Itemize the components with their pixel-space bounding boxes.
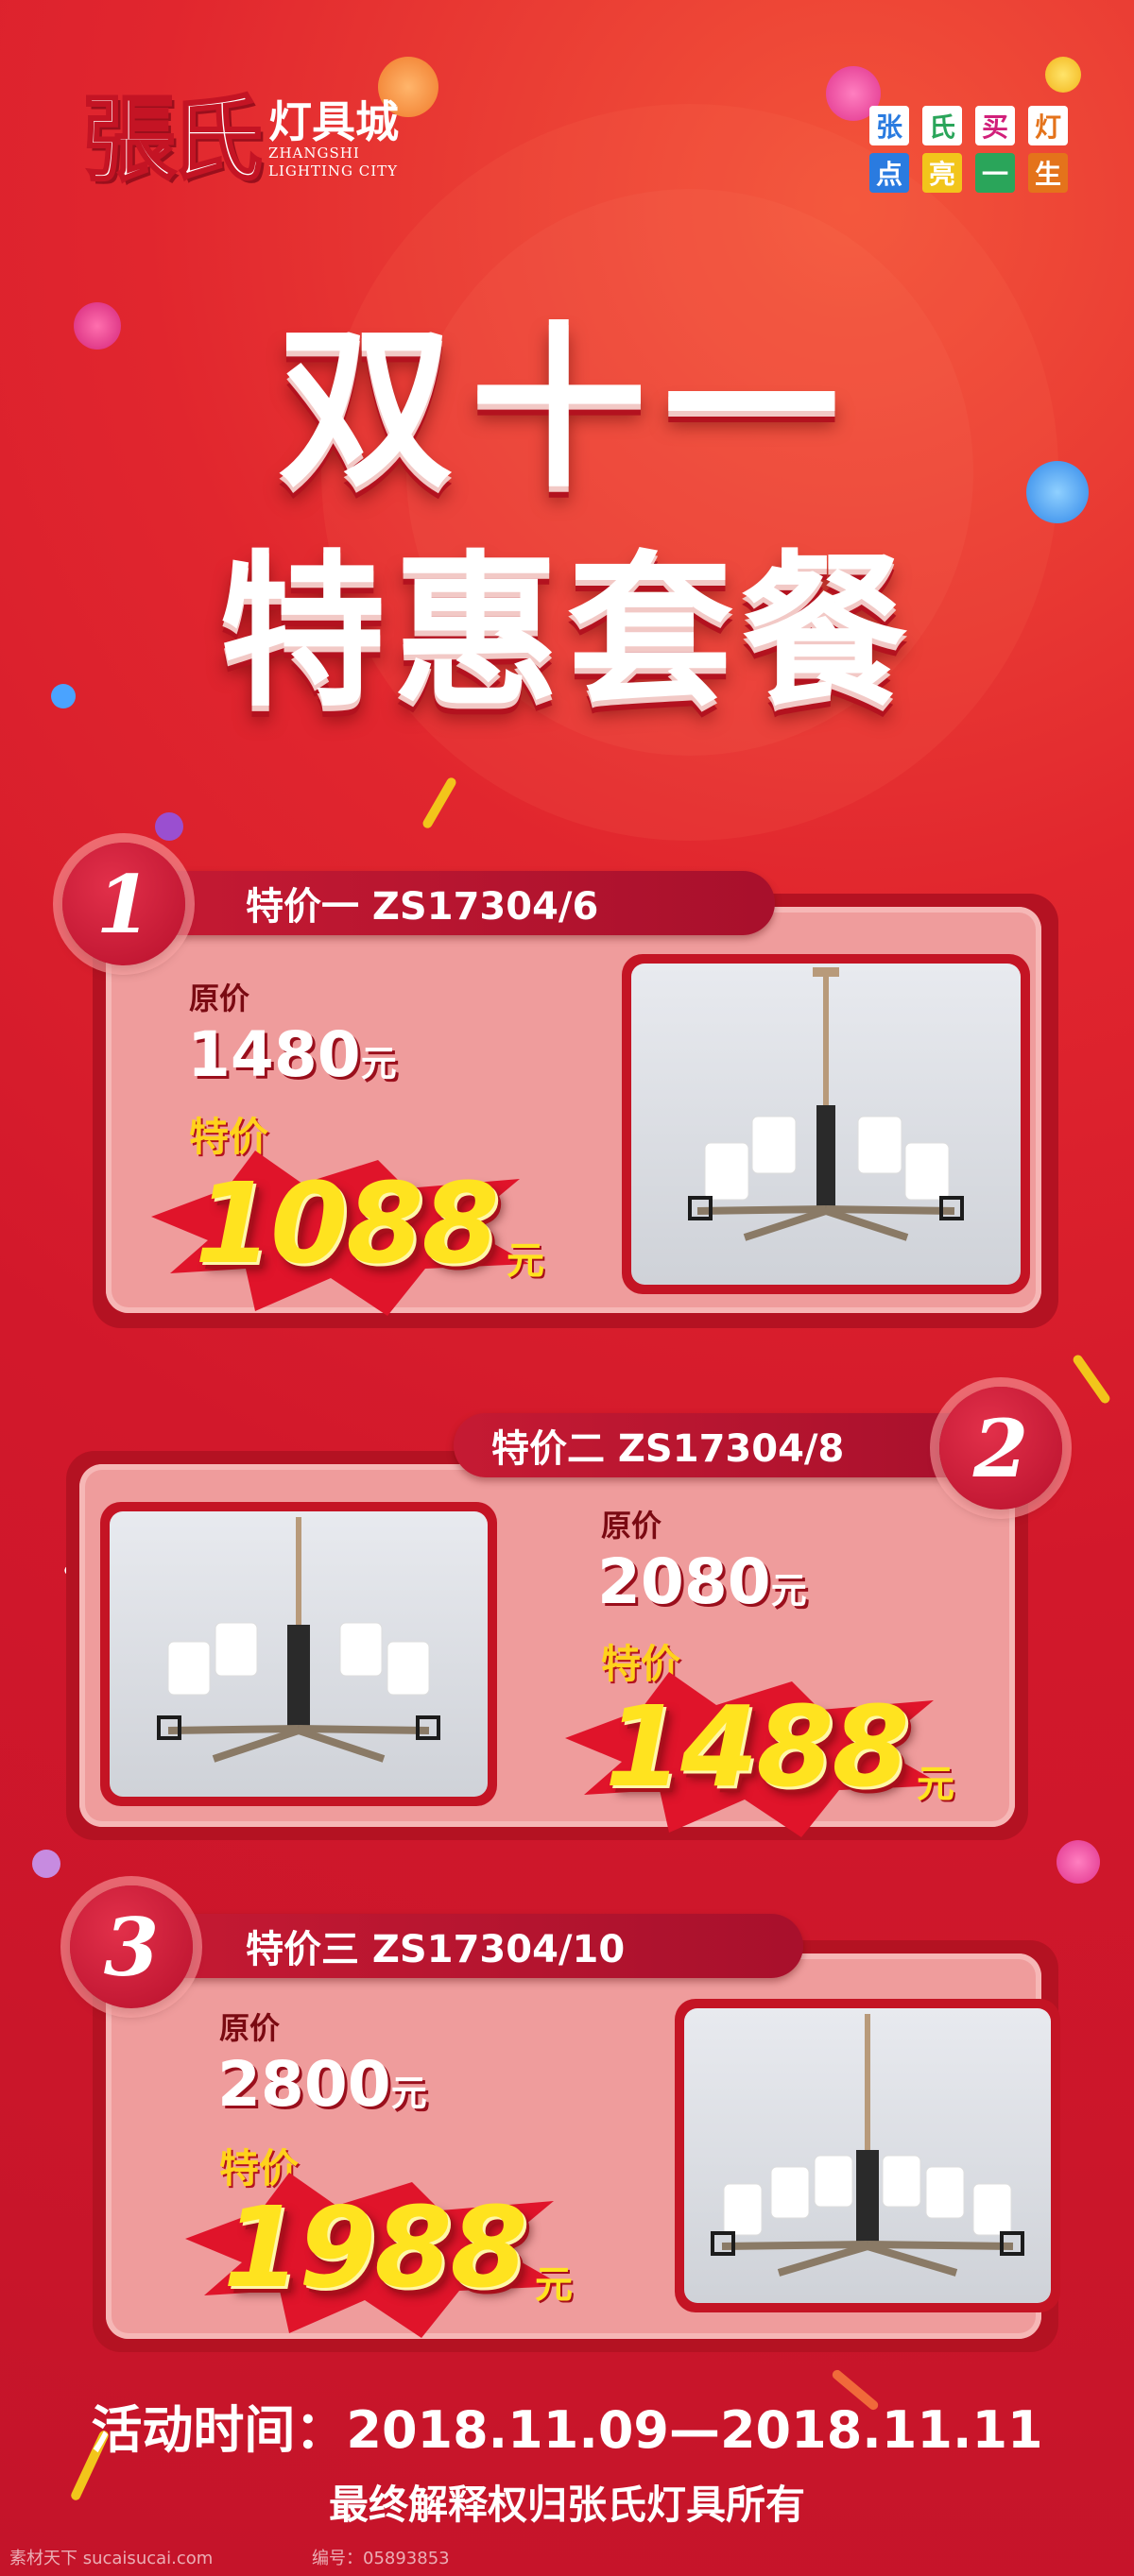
original-price-value: 2800 xyxy=(217,2048,391,2121)
chandelier-icon xyxy=(688,967,964,1241)
original-price-value: 2080 xyxy=(597,1545,771,1618)
original-price: 1480元 xyxy=(187,1018,397,1091)
chandelier-image xyxy=(631,964,1021,1285)
original-price-value: 1480 xyxy=(187,1018,361,1091)
decor-dot-purple xyxy=(155,812,183,841)
logo-english-line2: LIGHTING CITY xyxy=(268,162,399,180)
offer-name-pill: 特价一 ZS17304/6 xyxy=(142,871,775,935)
offer-name-pill: 特价三 ZS17304/10 xyxy=(142,1914,803,1978)
title-line1: 双十一 xyxy=(277,306,856,511)
special-price-unit: 元 xyxy=(535,2263,573,2307)
logo-text: 灯具城 ZHANGSHI LIGHTING CITY xyxy=(268,99,399,180)
special-price: 1988 xyxy=(223,2182,527,2312)
special-price: 1088 xyxy=(195,1158,499,1288)
activity-time: 活动时间：2018.11.09—2018.11.11 xyxy=(91,2400,1043,2460)
offer-number-badge: 2 xyxy=(939,1387,1062,1510)
slogan-char: 亮 xyxy=(922,153,962,193)
slogan-char: 买 xyxy=(975,106,1015,145)
special-price-unit: 元 xyxy=(507,1239,544,1283)
slogan-char: 张 xyxy=(869,106,909,145)
slogan-char: 一 xyxy=(975,153,1015,193)
watermark-id: 编号：05893853 xyxy=(312,2549,450,2568)
offer-name: 特价三 ZS17304/10 xyxy=(246,1928,626,1971)
special-price-unit: 元 xyxy=(917,1763,954,1806)
chandelier-image xyxy=(110,1511,488,1797)
slogan-grid: 张 氏 买 灯 点 亮 一 生 xyxy=(869,106,1070,193)
slogan-char: 生 xyxy=(1028,153,1068,193)
poster: 張氏 灯具城 ZHANGSHI LIGHTING CITY 张 氏 买 灯 点 … xyxy=(0,0,1134,2576)
offer-name: 特价一 ZS17304/6 xyxy=(246,885,599,929)
logo-mark: 張氏 xyxy=(81,85,264,194)
original-price-label: 原价 xyxy=(219,2010,281,2046)
decor-confetti xyxy=(1071,1353,1112,1406)
original-price: 2080元 xyxy=(597,1545,807,1618)
chandelier-image xyxy=(684,2008,1051,2303)
original-price-unit: 元 xyxy=(390,2073,427,2114)
offer-name-pill: 特价二 ZS17304/8 xyxy=(454,1413,983,1477)
title-line2: 特惠套餐 xyxy=(218,536,915,729)
slogan-char: 灯 xyxy=(1028,106,1068,145)
chandelier-icon xyxy=(711,2014,1024,2277)
original-price-label: 原价 xyxy=(189,981,250,1016)
decor-confetti xyxy=(421,776,458,830)
product-photo xyxy=(622,954,1030,1294)
product-photo xyxy=(100,1502,497,1806)
slogan-char: 点 xyxy=(869,153,909,193)
slogan-char: 氏 xyxy=(922,106,962,145)
decor-dot-lavender xyxy=(32,1850,60,1878)
logo-chinese-name: 灯具城 xyxy=(268,96,400,148)
logo-english-line1: ZHANGSHI xyxy=(268,145,360,162)
original-price-unit: 元 xyxy=(770,1570,807,1612)
offer-name: 特价二 ZS17304/8 xyxy=(491,1427,845,1471)
watermark-site: 素材天下 sucaisucai.com xyxy=(9,2549,214,2568)
brand-logo: 張氏 灯具城 ZHANGSHI LIGHTING CITY xyxy=(81,83,399,196)
rights-statement: 最终解释权归张氏灯具所有 xyxy=(328,2482,805,2528)
original-price-unit: 元 xyxy=(360,1043,397,1084)
decor-dot-yellow xyxy=(1045,57,1081,93)
decor-dot-pink-mid xyxy=(1057,1840,1100,1884)
original-price-label: 原价 xyxy=(601,1508,662,1544)
original-price: 2800元 xyxy=(217,2048,427,2121)
special-price: 1488 xyxy=(605,1681,909,1812)
offer-number-badge: 3 xyxy=(70,1885,193,2008)
chandelier-icon xyxy=(157,1517,440,1763)
product-photo xyxy=(675,1999,1060,2312)
offer-number-badge: 1 xyxy=(62,843,185,965)
